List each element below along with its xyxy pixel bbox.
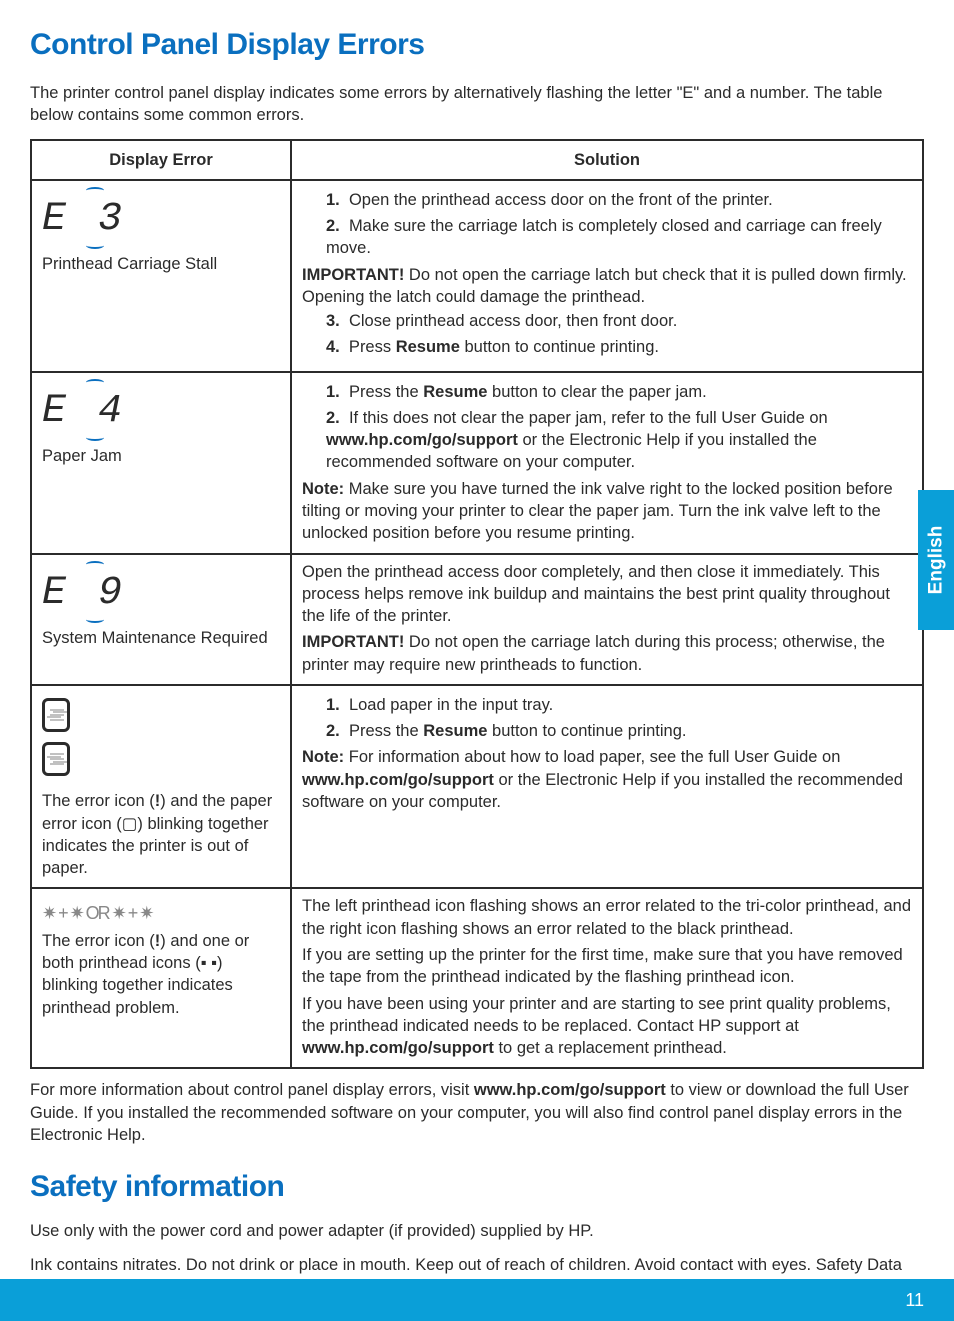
step: 3. Close printhead access door, then fro…	[322, 310, 912, 332]
intro-text: The printer control panel display indica…	[30, 82, 924, 127]
table-row: E 3 Printhead Carriage Stall 1. Open the…	[31, 180, 923, 372]
solution-text: If you have been using your printer and …	[302, 993, 912, 1060]
error-cell: E 4 Paper Jam	[31, 372, 291, 554]
solution-text: If you are setting up the printer for th…	[302, 944, 912, 989]
wifi-arc-icon	[86, 187, 104, 194]
page-title: Control Panel Display Errors	[30, 28, 924, 62]
error-code: E 9	[42, 574, 280, 614]
note: Note: Make sure you have turned the ink …	[302, 478, 912, 545]
paper-count-icon	[42, 742, 70, 776]
printhead-icon: ▪ ▪	[201, 954, 217, 972]
error-table: Display Error Solution E 3 Printhead Car…	[30, 139, 924, 1070]
solution-text: Open the printhead access door completel…	[302, 561, 912, 628]
wifi-arc-icon	[86, 616, 104, 623]
error-code: E 4	[42, 392, 280, 432]
table-row: E 4 Paper Jam 1. Press the Resume button…	[31, 372, 923, 554]
solution-cell: The left printhead icon flashing shows a…	[291, 888, 923, 1068]
solution-cell: Open the printhead access door completel…	[291, 554, 923, 685]
page-number: 11	[905, 1290, 924, 1311]
footer-info: For more information about control panel…	[30, 1079, 924, 1146]
wifi-arc-icon	[86, 561, 104, 568]
step: 4. Press Resume button to continue print…	[322, 336, 912, 358]
important-note: IMPORTANT! Do not open the carriage latc…	[302, 631, 912, 676]
error-label: Printhead Carriage Stall	[42, 253, 280, 275]
error-label: Paper Jam	[42, 445, 280, 467]
language-tab: English	[918, 490, 954, 630]
paper-icon: ▢	[122, 815, 138, 833]
error-cell: ✷ + ✷ OR ✷ + ✷ The error icon (!) and on…	[31, 888, 291, 1068]
error-label: The error icon (!) and the paper error i…	[42, 790, 280, 879]
step: 2. Press the Resume button to continue p…	[322, 720, 912, 742]
important-note: IMPORTANT! Do not open the carriage latc…	[302, 264, 912, 309]
error-label: The error icon (!) and one or both print…	[42, 930, 280, 1019]
solution-cell: 1. Press the Resume button to clear the …	[291, 372, 923, 554]
safety-heading: Safety information	[30, 1170, 924, 1204]
error-cell: The error icon (!) and the paper error i…	[31, 685, 291, 889]
table-row: E 9 System Maintenance Required Open the…	[31, 554, 923, 685]
step: 1. Press the Resume button to clear the …	[322, 381, 912, 403]
solution-cell: 1. Load paper in the input tray. 2. Pres…	[291, 685, 923, 889]
wifi-arc-icon	[86, 242, 104, 249]
wifi-arc-icon	[86, 434, 104, 441]
language-label: English	[925, 526, 947, 595]
solution-cell: 1. Open the printhead access door on the…	[291, 180, 923, 372]
step: 1. Open the printhead access door on the…	[322, 189, 912, 211]
error-label: System Maintenance Required	[42, 627, 280, 649]
blinking-printhead-icons: ✷ + ✷ OR ✷ + ✷	[42, 901, 280, 925]
step: 2. Make sure the carriage latch is compl…	[322, 215, 912, 260]
error-code: E 3	[42, 200, 280, 240]
wifi-arc-icon	[86, 379, 104, 386]
solution-text: The left printhead icon flashing shows a…	[302, 895, 912, 940]
table-row: ✷ + ✷ OR ✷ + ✷ The error icon (!) and on…	[31, 888, 923, 1068]
note: Note: For information about how to load …	[302, 746, 912, 813]
safety-text: Use only with the power cord and power a…	[30, 1220, 924, 1242]
step: 1. Load paper in the input tray.	[322, 694, 912, 716]
th-solution: Solution	[291, 140, 923, 180]
table-row: The error icon (!) and the paper error i…	[31, 685, 923, 889]
th-display-error: Display Error	[31, 140, 291, 180]
error-cell: E 3 Printhead Carriage Stall	[31, 180, 291, 372]
page-footer-bar: 11	[0, 1279, 954, 1321]
error-cell: E 9 System Maintenance Required	[31, 554, 291, 685]
paper-count-icon	[42, 698, 70, 732]
step: 2. If this does not clear the paper jam,…	[322, 407, 912, 474]
